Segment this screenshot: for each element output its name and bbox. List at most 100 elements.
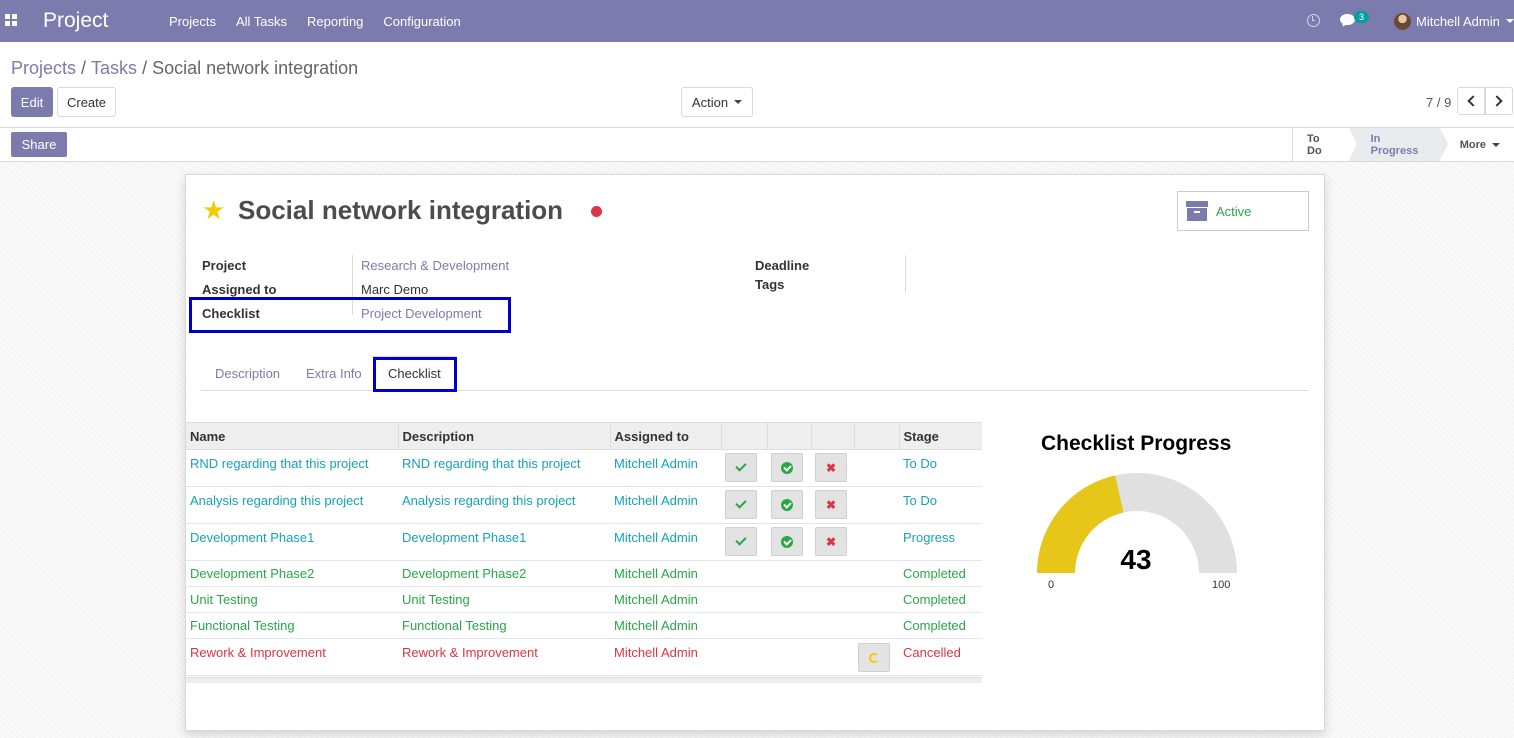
- action-dropdown[interactable]: Action: [681, 87, 753, 117]
- apps-menu-icon[interactable]: [5, 14, 17, 26]
- user-avatar: [1394, 12, 1411, 30]
- row-description: Functional Testing: [398, 612, 610, 639]
- cancel-item-button[interactable]: ✖: [815, 453, 847, 482]
- circle-check-icon: [781, 535, 793, 548]
- table-footer: [186, 677, 982, 683]
- column-header-stage[interactable]: Stage: [898, 422, 982, 450]
- row-stage: To Do: [899, 486, 982, 524]
- mark-done-button[interactable]: [725, 453, 757, 482]
- pager-next-button[interactable]: [1485, 87, 1513, 115]
- row-stage: Cancelled: [899, 638, 982, 676]
- table-row[interactable]: RND regarding that this project RND rega…: [186, 449, 982, 487]
- breadcrumb: Projects / Tasks / Social network integratio…: [11, 58, 359, 78]
- table-row[interactable]: Development Phase1 Development Phase1 Mi…: [186, 523, 982, 561]
- row-name: Rework & Improvement: [186, 638, 398, 676]
- create-button[interactable]: Create: [57, 87, 116, 117]
- table-header-row: Name Description Assigned to Stage: [186, 422, 982, 450]
- tab-description[interactable]: Description: [215, 356, 280, 391]
- menu-configuration[interactable]: Configuration: [373, 14, 470, 29]
- stage-pipeline: To Do In Progress More: [1292, 128, 1514, 161]
- close-icon: ✖: [825, 460, 837, 475]
- check-icon: [735, 497, 747, 509]
- column-header-action: [853, 422, 899, 450]
- row-name: Development Phase1: [186, 523, 398, 561]
- app-title[interactable]: Project: [43, 9, 108, 33]
- assigned-to-value[interactable]: Marc Demo: [361, 282, 428, 297]
- table-row[interactable]: Analysis regarding this project Analysis…: [186, 486, 982, 524]
- breadcrumb-current: Social network integration: [152, 58, 359, 78]
- mark-done-button[interactable]: [725, 490, 757, 519]
- row-name: Unit Testing: [186, 586, 398, 613]
- stage-more-dropdown[interactable]: More: [1440, 128, 1514, 161]
- column-header-name[interactable]: Name: [186, 422, 398, 450]
- user-menu[interactable]: Mitchell Admin: [1394, 0, 1514, 42]
- row-stage: Completed: [899, 586, 982, 613]
- top-navbar: Project Projects All Tasks Reporting Con…: [0, 0, 1514, 42]
- checklist-tab-highlight: [373, 357, 457, 392]
- mark-complete-button[interactable]: [771, 453, 803, 482]
- menu-all-tasks[interactable]: All Tasks: [226, 14, 297, 29]
- row-description: Unit Testing: [398, 586, 610, 613]
- check-icon: [735, 460, 747, 472]
- priority-star-icon[interactable]: ★: [202, 197, 225, 223]
- table-row[interactable]: Unit Testing Unit Testing Mitchell Admin…: [186, 586, 982, 613]
- messages-chat-icon[interactable]: [1340, 14, 1355, 25]
- row-description: Development Phase2: [398, 560, 610, 587]
- stage-more-label: More: [1459, 138, 1486, 151]
- gauge-min-label: 0: [1048, 579, 1055, 591]
- column-header-action: [810, 422, 854, 450]
- kanban-state-indicator[interactable]: [591, 206, 602, 217]
- column-header-description[interactable]: Description: [397, 422, 610, 450]
- breadcrumb-projects[interactable]: Projects: [11, 58, 76, 78]
- checklist-table: Name Description Assigned to Stage RND r…: [186, 422, 982, 676]
- breadcrumb-tasks[interactable]: Tasks: [91, 58, 137, 78]
- row-description: Development Phase1: [398, 523, 610, 561]
- action-label: Action: [691, 94, 729, 110]
- cancel-item-button[interactable]: ✖: [815, 490, 847, 519]
- table-row[interactable]: Functional Testing Functional Testing Mi…: [186, 612, 982, 639]
- circle-check-icon: [781, 461, 793, 474]
- row-name: RND regarding that this project: [186, 449, 398, 487]
- task-title: Social network integration: [238, 195, 564, 225]
- mark-complete-button[interactable]: [771, 490, 803, 519]
- mark-done-button[interactable]: [725, 527, 757, 556]
- reset-item-button[interactable]: [858, 643, 890, 672]
- tab-extra-info[interactable]: Extra Info: [306, 356, 362, 391]
- chevron-left-icon: [1467, 95, 1479, 107]
- caret-down-icon: [1505, 19, 1514, 23]
- close-icon: ✖: [825, 534, 837, 549]
- pager-previous-button[interactable]: [1457, 87, 1485, 115]
- activity-clock-icon[interactable]: [1307, 14, 1320, 27]
- pager-counter[interactable]: 7 / 9: [1426, 95, 1451, 110]
- row-stage: Completed: [899, 612, 982, 639]
- messages-count-badge: 3: [1354, 11, 1370, 23]
- cancel-item-button[interactable]: ✖: [815, 527, 847, 556]
- stage-in-progress[interactable]: In Progress: [1348, 128, 1448, 161]
- chevron-right-icon: [1491, 95, 1503, 107]
- active-toggle-button[interactable]: Active: [1177, 191, 1309, 231]
- form-sheet: ★ Social network integration Active Proj…: [185, 174, 1325, 731]
- gauge-value: 43: [1120, 544, 1152, 575]
- menu-reporting[interactable]: Reporting: [297, 14, 373, 29]
- mark-complete-button[interactable]: [771, 527, 803, 556]
- project-value[interactable]: Research & Development: [361, 258, 509, 273]
- assigned-to-label: Assigned to: [202, 282, 277, 297]
- deadline-label: Deadline: [755, 258, 810, 273]
- table-row[interactable]: Rework & Improvement Rework & Improvemen…: [186, 638, 982, 676]
- status-bar: Share To Do In Progress More: [0, 127, 1514, 162]
- field-divider: [905, 255, 906, 293]
- row-assigned: Mitchell Admin: [610, 449, 721, 487]
- column-header-assigned-to[interactable]: Assigned to: [609, 422, 721, 450]
- user-name: Mitchell Admin: [1416, 13, 1500, 29]
- close-icon: ✖: [825, 497, 837, 512]
- edit-button[interactable]: Edit: [11, 87, 53, 117]
- row-assigned: Mitchell Admin: [610, 638, 721, 676]
- notebook-tabs: Description Extra Info Checklist: [201, 356, 1309, 391]
- gauge-title: Checklist Progress: [1041, 432, 1232, 455]
- column-header-action: [766, 422, 811, 450]
- menu-projects[interactable]: Projects: [159, 14, 226, 29]
- stage-todo[interactable]: To Do: [1293, 128, 1349, 161]
- table-row[interactable]: Development Phase2 Development Phase2 Mi…: [186, 560, 982, 587]
- row-name: Functional Testing: [186, 612, 398, 639]
- share-button[interactable]: Share: [11, 132, 67, 157]
